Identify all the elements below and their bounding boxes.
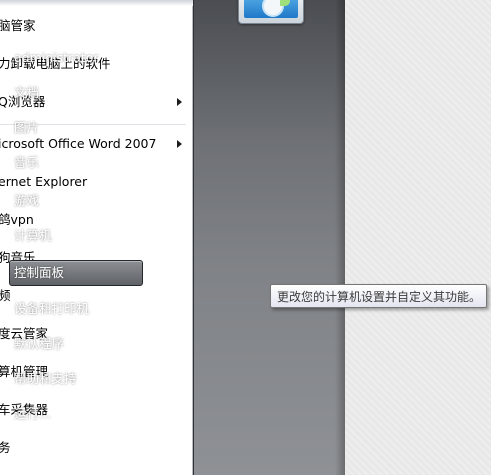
place-item-default-programs[interactable]: 默认程序 — [14, 332, 140, 356]
leaf-icon — [280, 0, 290, 6]
place-label: 音乐 — [14, 155, 40, 170]
submenu-arrow-icon — [177, 140, 182, 148]
place-label: 控制面板 — [14, 265, 65, 280]
places-pane — [193, 0, 345, 475]
place-label: 默认程序 — [14, 336, 65, 351]
place-item-help-support[interactable]: 帮助和支持 — [14, 367, 140, 391]
place-item-run[interactable]: 运行... — [14, 402, 140, 426]
place-item-music[interactable]: 音乐 — [14, 151, 140, 175]
program-label: 脑管家 — [0, 18, 36, 33]
place-label: 计算机 — [14, 228, 52, 243]
place-label: 文档 — [14, 85, 40, 100]
user-picture[interactable] — [238, 0, 304, 24]
program-item-tasks[interactable]: 务 — [0, 435, 190, 461]
place-item-control-panel[interactable]: 控制面板 — [9, 260, 143, 286]
place-label: 游戏 — [14, 193, 40, 208]
place-item-documents[interactable]: 文档 — [14, 81, 140, 105]
place-label: 帮助和支持 — [14, 371, 77, 386]
place-item-devices-printers[interactable]: 设备和打印机 — [14, 297, 140, 321]
program-item-pc-manager[interactable]: 脑管家 — [0, 13, 190, 39]
place-item-user[interactable]: administrator — [14, 46, 140, 70]
place-item-pictures[interactable]: 图片 — [14, 116, 140, 140]
place-label: 图片 — [14, 120, 40, 135]
tooltip-text: 更改您的计算机设置并自定义其功能。 — [277, 290, 482, 304]
submenu-arrow-icon — [177, 98, 182, 106]
place-item-games[interactable]: 游戏 — [14, 189, 140, 213]
place-label: 运行... — [14, 406, 51, 421]
place-label: 设备和打印机 — [14, 301, 90, 316]
user-name-label: administrator — [14, 50, 99, 65]
program-label: 频 — [0, 288, 11, 303]
program-label: 务 — [0, 440, 11, 455]
place-item-computer[interactable]: 计算机 — [14, 224, 140, 248]
desktop-background — [345, 0, 491, 475]
tooltip: 更改您的计算机设置并自定义其功能。 — [270, 284, 487, 308]
